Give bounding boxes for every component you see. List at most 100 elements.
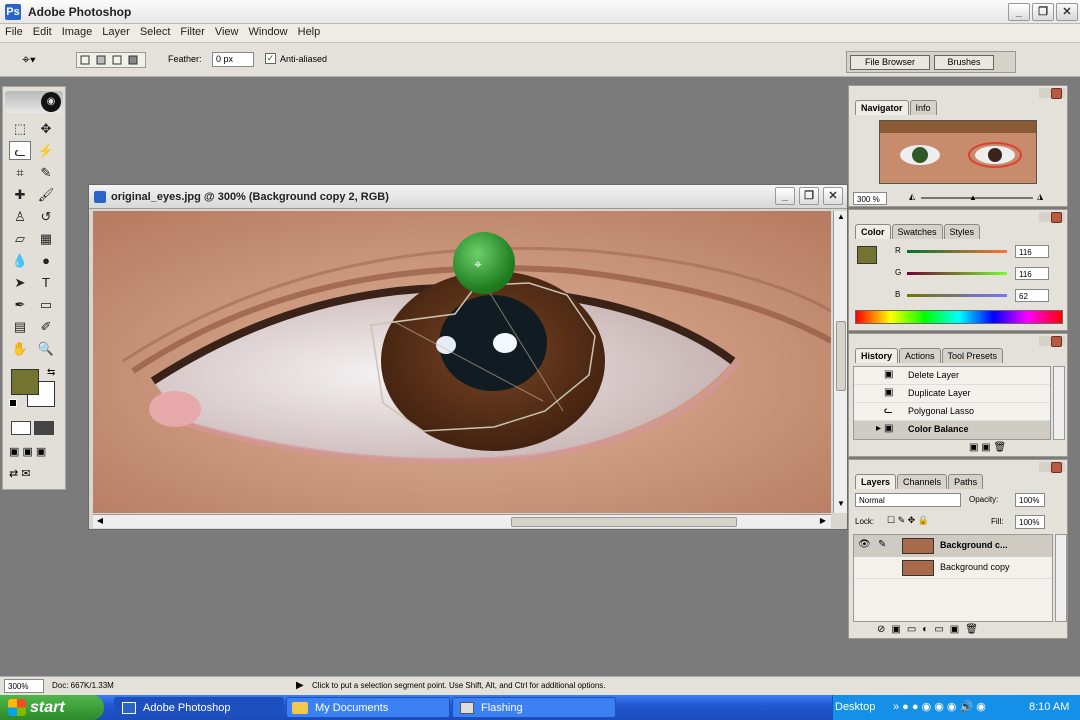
layers-scrollbar[interactable] — [1055, 534, 1067, 622]
menu-edit[interactable]: Edit — [28, 24, 57, 40]
tab-color[interactable]: Color — [855, 224, 891, 239]
scroll-down-arrow-icon[interactable]: ▼ — [835, 499, 847, 511]
menu-window[interactable]: Window — [244, 24, 293, 40]
eraser-tool-icon[interactable]: ▱ — [9, 229, 31, 248]
tab-paths[interactable]: Paths — [948, 474, 984, 489]
horizontal-scroll-thumb[interactable] — [511, 517, 737, 527]
polygonal-lasso-preset-icon[interactable]: ⌖▾ — [22, 51, 36, 68]
doc-size-info[interactable]: Doc: 667K/1.33M — [52, 681, 114, 690]
desktop-toolbar-label[interactable]: Desktop — [835, 695, 875, 720]
taskbar-button-photoshop[interactable]: Adobe Photoshop — [114, 697, 284, 718]
healing-brush-tool-icon[interactable]: ✚ — [9, 185, 31, 204]
dodge-tool-icon[interactable]: ● — [35, 251, 57, 270]
tab-history[interactable]: History — [855, 348, 899, 363]
channel-r-slider[interactable] — [907, 250, 1007, 253]
palette-close-icon[interactable] — [1051, 462, 1062, 473]
history-footer-icons[interactable]: ▣ ▣ 🗑 — [969, 442, 1006, 453]
navigator-thumbnail[interactable] — [879, 120, 1037, 184]
taskbar-button-my-documents[interactable]: My Documents — [286, 697, 450, 718]
layers-footer-icons[interactable]: ⊘▣▭◐▭▣🗑 — [877, 624, 984, 635]
close-button[interactable]: ✕ — [1056, 3, 1078, 21]
channel-g-input[interactable]: 116 — [1015, 267, 1049, 280]
menu-help[interactable]: Help — [293, 24, 326, 40]
gradient-tool-icon[interactable]: ▦ — [35, 229, 57, 248]
move-tool-icon[interactable]: ✥ — [35, 119, 57, 138]
scroll-left-arrow-icon[interactable]: ◀ — [94, 516, 106, 528]
fill-input[interactable]: 100% — [1015, 515, 1045, 529]
list-item[interactable]: ▣ Delete Layer — [854, 367, 1050, 385]
slice-tool-icon[interactable]: ✎ — [35, 163, 57, 182]
swap-colors-icon[interactable]: ⇆ — [47, 367, 55, 378]
restore-button[interactable]: ❐ — [1032, 3, 1054, 21]
menu-file[interactable]: File — [0, 24, 28, 40]
screen-mode-icons[interactable]: ▣ ▣ ▣ — [9, 445, 61, 461]
blend-mode-select[interactable]: Normal — [855, 493, 961, 507]
status-zoom-input[interactable]: 300% — [4, 679, 44, 693]
color-ramp[interactable] — [855, 310, 1063, 324]
tab-layers[interactable]: Layers — [855, 474, 897, 489]
image-canvas[interactable]: ⌖ — [93, 211, 831, 513]
palette-close-icon[interactable] — [1051, 88, 1062, 99]
default-colors-icon[interactable] — [9, 399, 17, 407]
shape-tool-icon[interactable]: ▭ — [35, 295, 57, 314]
menu-select[interactable]: Select — [135, 24, 176, 40]
tab-info[interactable]: Info — [909, 100, 937, 115]
opacity-input[interactable]: 100% — [1015, 493, 1045, 507]
minimize-button[interactable]: _ — [1008, 3, 1030, 21]
tab-styles[interactable]: Styles — [943, 224, 981, 239]
magic-wand-tool-icon[interactable]: ⚡ — [35, 141, 57, 160]
path-selection-tool-icon[interactable]: ➤ — [9, 273, 31, 292]
menu-filter[interactable]: Filter — [175, 24, 209, 40]
horizontal-scrollbar[interactable]: ◀ ▶ — [93, 514, 831, 528]
doc-minimize-button[interactable]: _ — [775, 187, 795, 205]
selection-mode-buttons[interactable] — [76, 52, 146, 68]
eyedropper-tool-icon[interactable]: ✐ — [35, 317, 57, 336]
channel-r-input[interactable]: 116 — [1015, 245, 1049, 258]
brush-tool-icon[interactable]: 🖌 — [35, 185, 57, 204]
pen-tool-icon[interactable]: ✒ — [9, 295, 31, 314]
antialiased-checkbox[interactable]: ✓ — [265, 53, 276, 64]
adobe-online-icon[interactable]: ◉ — [41, 92, 61, 112]
color-foreground-swatch[interactable] — [857, 246, 877, 264]
tab-navigator[interactable]: Navigator — [855, 100, 909, 115]
notes-tool-icon[interactable]: ▤ — [9, 317, 31, 336]
brushes-tab[interactable]: Brushes — [934, 55, 994, 70]
tab-swatches[interactable]: Swatches — [891, 224, 943, 239]
lasso-anchor-point[interactable] — [453, 232, 515, 294]
doc-restore-button[interactable]: ❐ — [799, 187, 819, 205]
marquee-tool-icon[interactable]: ⬚ — [9, 119, 31, 138]
foreground-color-swatch[interactable] — [11, 369, 39, 395]
menu-image[interactable]: Image — [57, 24, 98, 40]
lock-icons[interactable]: ☐ ✎ ✥ 🔒 — [887, 515, 929, 526]
tab-actions[interactable]: Actions — [899, 348, 941, 363]
file-browser-tab[interactable]: File Browser — [850, 55, 930, 70]
channel-b-slider[interactable] — [907, 294, 1007, 297]
layer-row[interactable]: Background copy — [854, 557, 1052, 579]
history-scrollbar[interactable] — [1053, 366, 1065, 440]
tab-channels[interactable]: Channels — [897, 474, 948, 489]
scroll-up-arrow-icon[interactable]: ▲ — [835, 212, 847, 224]
history-brush-tool-icon[interactable]: ↺ — [35, 207, 57, 226]
navigator-zoom-slider[interactable]: ◭ ▲ ◮ — [909, 192, 1049, 204]
clone-stamp-tool-icon[interactable]: ♙ — [9, 207, 31, 226]
taskbar-button-flashing[interactable]: Flashing — [452, 697, 616, 718]
zoom-tool-icon[interactable]: 🔍 — [35, 339, 57, 358]
doc-close-button[interactable]: ✕ — [823, 187, 843, 205]
vertical-scroll-thumb[interactable] — [836, 321, 846, 391]
list-item[interactable]: ▸ ▣ Color Balance — [854, 421, 1050, 439]
hand-tool-icon[interactable]: ✋ — [9, 339, 31, 358]
palette-close-icon[interactable] — [1051, 336, 1062, 347]
tray-icons[interactable]: » ● ● ◉ ◉ ◉ 🔊 ◉ — [893, 695, 986, 720]
menu-layer[interactable]: Layer — [97, 24, 135, 40]
navigator-zoom-input[interactable]: 300 % — [853, 192, 887, 205]
list-item[interactable]: ▣ Duplicate Layer — [854, 385, 1050, 403]
feather-input[interactable]: 0 px — [212, 52, 254, 67]
jump-to-imageready-icon[interactable]: ⇄ ✉ — [9, 467, 61, 483]
channel-b-input[interactable]: 62 — [1015, 289, 1049, 302]
type-tool-icon[interactable]: T — [35, 273, 57, 292]
menu-view[interactable]: View — [210, 24, 244, 40]
list-item[interactable]: ᓚ Polygonal Lasso — [854, 403, 1050, 421]
crop-tool-icon[interactable]: ⌗ — [9, 163, 31, 182]
scroll-right-arrow-icon[interactable]: ▶ — [817, 516, 829, 528]
tab-tool-presets[interactable]: Tool Presets — [941, 348, 1004, 363]
